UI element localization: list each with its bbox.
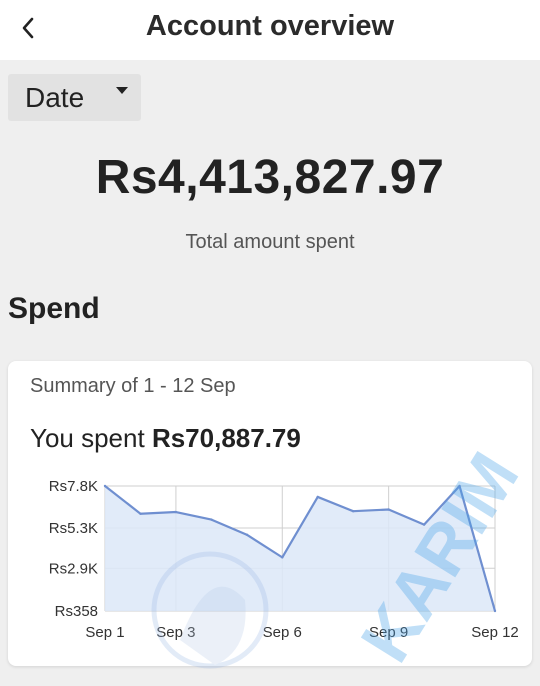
total-amount: Rs4,413,827.97	[95, 151, 445, 204]
top-app-bar: Account overview	[0, 0, 540, 60]
spend-area-chart: Rs7.8K Rs5.3K Rs2.9K Rs358 Sep 1 Sep 3 Sep 6 Se…	[49, 478, 519, 641]
spend-section-title: Spend	[8, 292, 100, 325]
caret-down-icon	[115, 83, 129, 100]
x-tick-label: Sep 9	[369, 624, 408, 641]
data-point	[174, 510, 178, 514]
data-point	[458, 484, 461, 488]
y-tick-label: Rs5.3K	[49, 520, 98, 537]
data-point	[387, 508, 390, 511]
data-point	[351, 509, 355, 513]
date-filter-label: Date	[25, 81, 85, 113]
spend-summary-card[interactable]: Summary of 1 - 12 Sep You spent Rs70,887…	[8, 361, 532, 666]
data-point	[245, 533, 249, 536]
data-point	[210, 518, 213, 521]
data-point	[103, 484, 107, 488]
data-point	[493, 609, 497, 613]
data-point	[281, 556, 284, 559]
data-point	[422, 523, 426, 526]
x-tick-label: Sep 3	[156, 624, 195, 641]
date-filter-dropdown[interactable]: Date	[8, 74, 141, 121]
total-amount-caption: Total amount spent	[185, 231, 355, 253]
y-tick-label: Rs7.8K	[49, 478, 98, 495]
x-tick-label: Sep 6	[263, 624, 302, 641]
data-point	[316, 495, 319, 499]
x-tick-label: Sep 12	[471, 624, 519, 641]
y-tick-label: Rs358	[55, 603, 98, 620]
page-title: Account overview	[145, 10, 395, 42]
x-tick-label: Sep 1	[85, 624, 124, 641]
area-fill	[105, 486, 495, 611]
y-tick-label: Rs2.9K	[49, 560, 98, 577]
data-point	[139, 512, 142, 515]
